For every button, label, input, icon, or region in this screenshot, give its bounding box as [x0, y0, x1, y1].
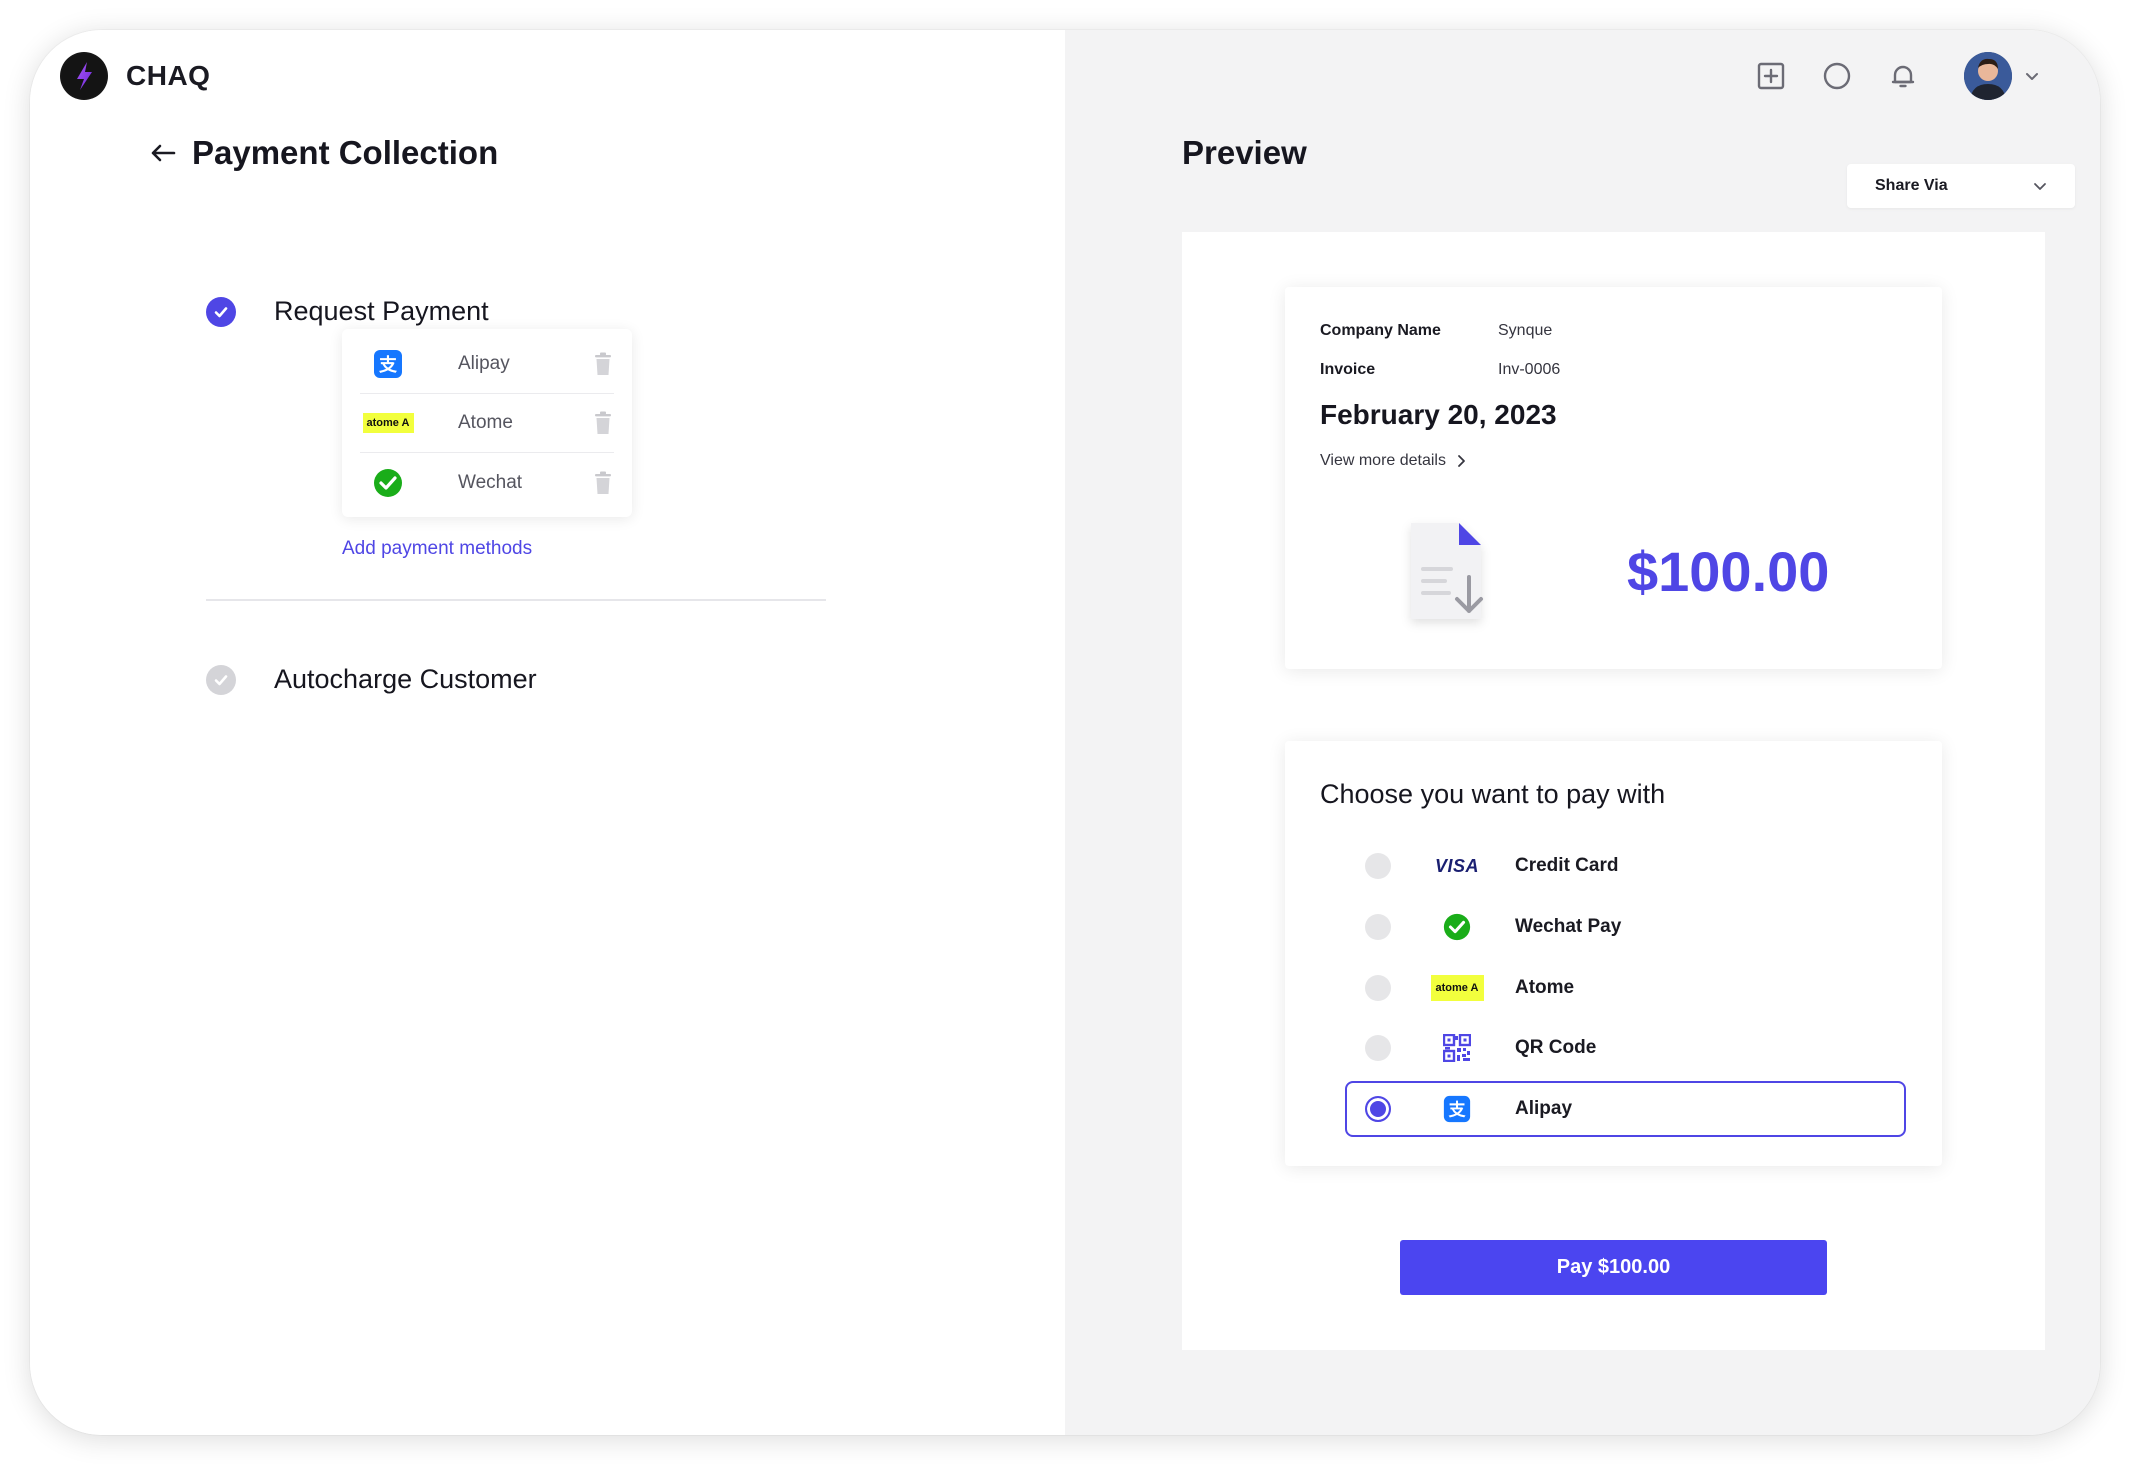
back-arrow-icon[interactable]	[148, 138, 178, 168]
option-label: QR Code	[1515, 1037, 1597, 1058]
add-payment-methods-link[interactable]: Add payment methods	[342, 538, 532, 560]
radio-button-selected[interactable]	[1365, 1096, 1391, 1122]
pay-option-wechat-pay[interactable]: Wechat Pay	[1345, 899, 1906, 955]
bell-icon[interactable]	[1888, 61, 1918, 91]
divider	[206, 599, 826, 601]
qr-code-icon	[1429, 1034, 1485, 1062]
top-toolbar	[1756, 52, 2040, 100]
preview-title: Preview	[1182, 134, 1307, 171]
add-square-icon[interactable]	[1756, 61, 1786, 91]
pay-option-qr-code[interactable]: QR Code	[1345, 1020, 1906, 1076]
invoice-date: February 20, 2023	[1320, 399, 1557, 430]
alipay-logo: 支	[1429, 1094, 1485, 1124]
trash-icon[interactable]	[592, 411, 614, 435]
svg-text:支: 支	[1448, 1100, 1466, 1120]
brand-name: CHAQ	[126, 60, 211, 91]
wechat-logo	[1429, 912, 1485, 942]
visa-logo: VISA	[1434, 855, 1479, 876]
option-label: Wechat Pay	[1515, 916, 1622, 937]
invoice-preview: Company Name Synque Invoice Inv-0006 Feb…	[1182, 232, 2045, 1350]
option-label: Atome	[1515, 977, 1575, 998]
chevron-down-icon	[2034, 183, 2046, 190]
circle-icon[interactable]	[1822, 61, 1852, 91]
option-label: Credit Card	[1515, 855, 1619, 876]
list-item: atome A Atome	[360, 394, 614, 453]
payment-methods-list: 支 Alipay atome A Atome Wechat	[342, 329, 632, 517]
list-item: Wechat	[360, 453, 614, 512]
document-download-icon[interactable]	[1397, 515, 1509, 635]
trash-icon[interactable]	[592, 352, 614, 376]
svg-text:支: 支	[378, 354, 398, 376]
pay-option-alipay[interactable]: 支 Alipay	[1345, 1081, 1906, 1137]
radio-button[interactable]	[1365, 914, 1391, 940]
left-pane: CHAQ Payment Collection Request Payment …	[30, 30, 1065, 1435]
payment-options-card: Choose you want to pay with VISA Credit …	[1285, 741, 1942, 1166]
company-label: Company Name	[1320, 322, 1441, 339]
method-name: Alipay	[458, 353, 510, 374]
chaq-logo-icon	[60, 52, 108, 100]
user-menu[interactable]	[1964, 52, 2040, 100]
invoice-card: Company Name Synque Invoice Inv-0006 Feb…	[1285, 287, 1942, 669]
invoice-label: Invoice	[1320, 361, 1376, 378]
invoice-amount: $100.00	[1627, 540, 1830, 603]
preview-pane: Preview Share Via Company Name Synque In…	[1065, 30, 2100, 1435]
pay-options-title: Choose you want to pay with	[1320, 779, 1666, 809]
atome-logo: atome A	[360, 413, 416, 433]
radio-button[interactable]	[1365, 1035, 1391, 1061]
view-more-details-link[interactable]: View more details	[1320, 452, 1466, 470]
share-via-label: Share Via	[1875, 177, 1948, 194]
pay-button[interactable]: Pay $100.00	[1400, 1240, 1827, 1295]
page-header: Payment Collection	[148, 134, 498, 172]
step-label: Request Payment	[274, 296, 489, 326]
method-name: Atome	[458, 412, 513, 433]
radio-button[interactable]	[1365, 853, 1391, 879]
company-row: Company Name Synque	[1320, 322, 1552, 340]
invoice-row: Invoice Inv-0006	[1320, 361, 1560, 379]
list-item: 支 Alipay	[360, 335, 614, 394]
step-autocharge-customer[interactable]: Autocharge Customer	[206, 664, 537, 695]
view-more-label: View more details	[1320, 452, 1446, 469]
company-value: Synque	[1498, 322, 1553, 339]
option-label: Alipay	[1515, 1098, 1573, 1119]
invoice-value: Inv-0006	[1498, 361, 1561, 378]
avatar	[1964, 52, 2012, 100]
chevron-right-icon	[1458, 455, 1465, 467]
radio-button[interactable]	[1365, 975, 1391, 1001]
check-circle-icon	[206, 664, 236, 695]
step-label: Autocharge Customer	[274, 664, 537, 694]
alipay-logo: 支	[360, 348, 416, 380]
method-name: Wechat	[458, 471, 523, 493]
step-request-payment[interactable]: Request Payment	[206, 296, 489, 327]
trash-icon[interactable]	[592, 471, 614, 495]
wechat-logo	[360, 467, 416, 499]
check-circle-icon	[206, 296, 236, 327]
brand[interactable]: CHAQ	[60, 52, 210, 100]
pay-option-atome[interactable]: atome A Atome	[1345, 960, 1906, 1016]
share-via-dropdown[interactable]: Share Via	[1847, 164, 2075, 208]
chevron-down-icon	[2026, 73, 2038, 80]
app-window: CHAQ Payment Collection Request Payment …	[30, 30, 2100, 1435]
page-title: Payment Collection	[192, 134, 499, 171]
atome-logo: atome A	[1429, 975, 1485, 1001]
pay-option-credit-card[interactable]: VISA Credit Card	[1345, 838, 1906, 894]
